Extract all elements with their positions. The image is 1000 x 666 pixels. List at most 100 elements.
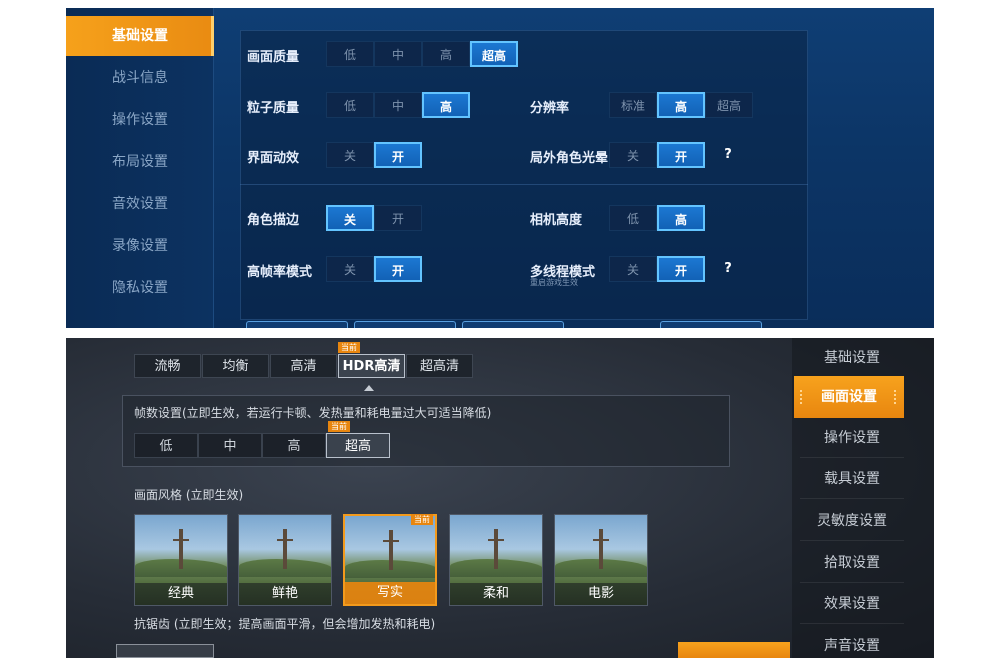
resolution-option[interactable]: 超高	[705, 92, 753, 118]
anti-alias-title: 抗锯齿 (立即生效；提高画面平滑，但会增加发热和耗电)	[134, 617, 436, 631]
style-caption: 写实	[345, 582, 435, 604]
confirm-button[interactable]	[678, 642, 790, 658]
help-icon[interactable]: ?	[720, 261, 736, 277]
quality-tab-balanced[interactable]: 均衡	[202, 354, 269, 378]
ui-animation-label: 界面动效	[247, 151, 300, 166]
outline-on[interactable]: 开	[374, 205, 422, 231]
style-caption: 电影	[555, 583, 647, 605]
tower-icon	[488, 539, 504, 541]
resolution-label: 分辨率	[530, 101, 570, 116]
image-quality-label: 画面质量	[247, 50, 300, 65]
style-thumbnail-vivid[interactable]: 鲜艳	[238, 514, 332, 606]
fps-option[interactable]: 高	[262, 433, 326, 458]
high-fps-off[interactable]: 关	[326, 256, 374, 282]
multithread-on[interactable]: 开	[657, 256, 705, 282]
caret-up-icon	[364, 385, 374, 391]
particle-quality-option[interactable]: 低	[326, 92, 374, 118]
multithread-off[interactable]: 关	[609, 256, 657, 282]
nav-item-basic[interactable]: 基础设置	[800, 338, 904, 378]
bottom-button[interactable]	[462, 321, 564, 328]
nav-item-pickup[interactable]: 拾取设置	[800, 543, 904, 583]
tower-icon	[593, 539, 609, 541]
ui-animation-on[interactable]: 开	[374, 142, 422, 168]
particle-quality-option-selected[interactable]: 高	[422, 92, 470, 118]
left-nav: 基础设置 战斗信息 操作设置 布局设置 音效设置 录像设置 隐私设置	[66, 8, 214, 328]
quality-tab-hdr[interactable]: HDR高清	[338, 354, 405, 378]
resolution-selector: 标准 高 超高	[609, 92, 753, 118]
nav-item-basic[interactable]: 基础设置	[66, 16, 214, 56]
style-caption: 柔和	[450, 583, 542, 605]
bottom-button[interactable]	[246, 321, 348, 328]
tower-icon	[599, 529, 603, 569]
quality-tab-ultra[interactable]: 超高清	[406, 354, 473, 378]
image-quality-option-selected[interactable]: 超高	[470, 41, 518, 67]
nav-item-graphics[interactable]: 画面设置	[794, 376, 904, 418]
particle-quality-label: 粒子质量	[247, 101, 300, 116]
fps-option[interactable]: 低	[134, 433, 198, 458]
nav-item-sensitivity[interactable]: 灵敏度设置	[800, 501, 904, 541]
current-badge: 当前	[328, 421, 350, 432]
nav-item-audio[interactable]: 声音设置	[800, 626, 904, 658]
quality-tab-hd[interactable]: 高清	[270, 354, 337, 378]
tower-icon	[277, 539, 293, 541]
fps-title: 帧数设置(立即生效，若运行卡顿、发热量和耗电量过大可适当降低)	[134, 406, 492, 420]
bottom-button[interactable]	[660, 321, 762, 328]
current-badge: 当前	[338, 342, 360, 353]
quality-tab-smooth[interactable]: 流畅	[134, 354, 201, 378]
tower-icon	[173, 539, 189, 541]
grip-icon	[894, 390, 898, 404]
nav-item-layout[interactable]: 布局设置	[66, 142, 214, 182]
camera-height-label: 相机高度	[530, 213, 583, 228]
nav-item-sound[interactable]: 音效设置	[66, 184, 214, 224]
high-fps-label: 高帧率模式	[247, 265, 313, 280]
style-title: 画面风格 (立即生效)	[134, 488, 244, 502]
outside-glow-label: 局外角色光晕	[530, 151, 609, 166]
outside-glow-off[interactable]: 关	[609, 142, 657, 168]
bottom-button[interactable]	[354, 321, 456, 328]
nav-item-vehicle[interactable]: 载具设置	[800, 459, 904, 499]
section-divider	[240, 184, 808, 185]
fps-option[interactable]: 中	[198, 433, 262, 458]
bottom-button[interactable]	[116, 644, 214, 658]
help-icon[interactable]: ?	[720, 147, 736, 163]
grip-icon	[800, 390, 804, 404]
image-quality-option[interactable]: 低	[326, 41, 374, 67]
outside-glow-on[interactable]: 开	[657, 142, 705, 168]
nav-item-controls[interactable]: 操作设置	[66, 100, 214, 140]
outline-toggle: 关 开	[326, 205, 422, 231]
camera-height-low[interactable]: 低	[609, 205, 657, 231]
camera-height-high[interactable]: 高	[657, 205, 705, 231]
tower-icon	[383, 540, 399, 542]
tower-icon	[283, 529, 287, 569]
particle-quality-option[interactable]: 中	[374, 92, 422, 118]
style-thumbnail-classic[interactable]: 经典	[134, 514, 228, 606]
nav-item-effects[interactable]: 效果设置	[800, 584, 904, 624]
high-fps-toggle: 关 开	[326, 256, 422, 282]
style-caption: 鲜艳	[239, 583, 331, 605]
current-badge: 当前	[411, 514, 433, 525]
high-fps-on[interactable]: 开	[374, 256, 422, 282]
ui-animation-off[interactable]: 关	[326, 142, 374, 168]
style-thumbnail-soft[interactable]: 柔和	[449, 514, 543, 606]
shooter-graphics-panel: 基础设置 画面设置 操作设置 载具设置 灵敏度设置 拾取设置 效果设置 声音设置…	[66, 338, 934, 658]
resolution-option-selected[interactable]: 高	[657, 92, 705, 118]
outline-label: 角色描边	[247, 213, 300, 228]
image-quality-selector: 低 中 高 超高	[326, 41, 518, 67]
ui-animation-toggle: 关 开	[326, 142, 422, 168]
nav-item-controls[interactable]: 操作设置	[800, 418, 904, 458]
multithread-sublabel: 重启游戏生效	[530, 278, 578, 287]
nav-item-privacy[interactable]: 隐私设置	[66, 268, 214, 308]
outline-off[interactable]: 关	[326, 205, 374, 231]
image-quality-option[interactable]: 中	[374, 41, 422, 67]
camera-height-selector: 低 高	[609, 205, 705, 231]
style-thumbnail-realistic[interactable]: 写实	[343, 514, 437, 606]
resolution-option[interactable]: 标准	[609, 92, 657, 118]
nav-item-replay[interactable]: 录像设置	[66, 226, 214, 266]
moba-settings-panel: 基础设置 战斗信息 操作设置 布局设置 音效设置 录像设置 隐私设置 画面质量 …	[66, 8, 934, 328]
style-thumbnail-cinema[interactable]: 电影	[554, 514, 648, 606]
style-caption: 经典	[135, 583, 227, 605]
nav-item-battle-info[interactable]: 战斗信息	[66, 58, 214, 98]
tower-icon	[389, 530, 393, 570]
image-quality-option[interactable]: 高	[422, 41, 470, 67]
fps-option-selected[interactable]: 超高	[326, 433, 390, 458]
